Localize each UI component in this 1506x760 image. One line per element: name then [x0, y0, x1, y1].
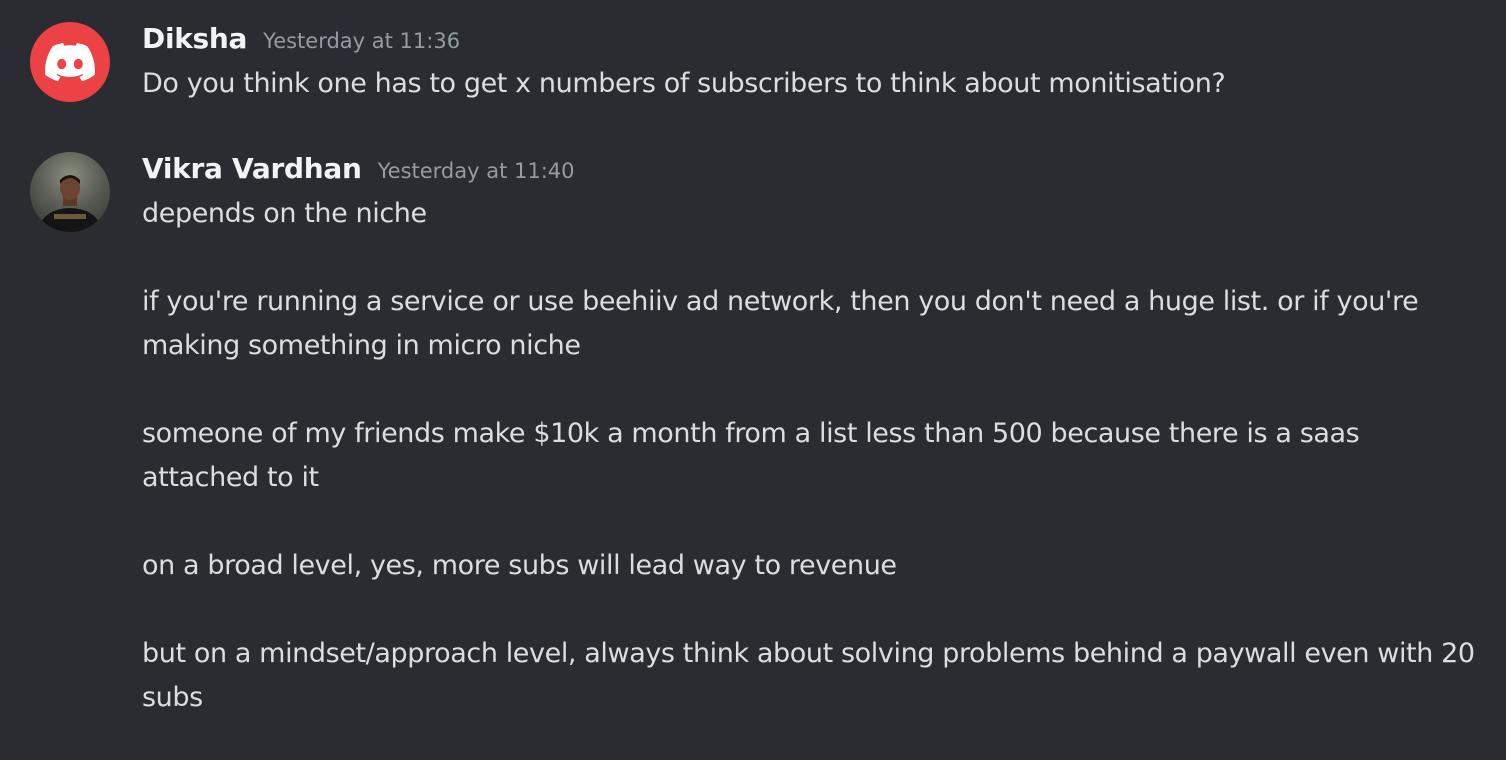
- avatar[interactable]: [30, 152, 110, 232]
- discord-logo-icon: [45, 43, 95, 81]
- message-text: depends on the niche if you're running a…: [142, 192, 1486, 720]
- message-paragraph: on a broad level, yes, more subs will le…: [142, 550, 897, 581]
- user-photo-icon: [40, 175, 100, 232]
- message-header: Diksha Yesterday at 11:36: [142, 22, 1486, 62]
- timestamp[interactable]: Yesterday at 11:40: [378, 159, 575, 183]
- message-header: Vikra Vardhan Yesterday at 11:40: [142, 152, 1486, 192]
- chat-message: Diksha Yesterday at 11:36 Do you think o…: [30, 22, 1486, 106]
- chat-message: Vikra Vardhan Yesterday at 11:40 depends…: [30, 152, 1486, 720]
- message-content: Vikra Vardhan Yesterday at 11:40 depends…: [142, 152, 1486, 720]
- message-paragraph: someone of my friends make $10k a month …: [142, 418, 1360, 493]
- message-paragraph: but on a mindset/approach level, always …: [142, 638, 1475, 713]
- username[interactable]: Vikra Vardhan: [142, 152, 362, 185]
- message-paragraph: if you're running a service or use beehi…: [142, 286, 1419, 361]
- avatar[interactable]: [30, 22, 110, 102]
- chat-message-list: Diksha Yesterday at 11:36 Do you think o…: [0, 0, 1506, 760]
- message-content: Diksha Yesterday at 11:36 Do you think o…: [142, 22, 1486, 106]
- message-text: Do you think one has to get x numbers of…: [142, 62, 1486, 106]
- message-paragraph: Do you think one has to get x numbers of…: [142, 68, 1226, 99]
- username[interactable]: Diksha: [142, 22, 247, 55]
- message-paragraph: depends on the niche: [142, 198, 427, 229]
- timestamp[interactable]: Yesterday at 11:36: [263, 29, 460, 53]
